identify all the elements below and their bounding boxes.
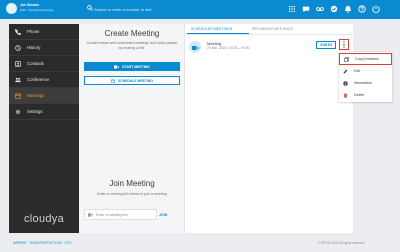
gear-icon: [15, 109, 21, 114]
info-icon: [343, 80, 348, 86]
sidebar-item-phone[interactable]: Phone: [9, 24, 79, 40]
join-meeting-description: Enter a meeting link below to join a mee…: [97, 192, 167, 196]
bell-icon[interactable]: [344, 5, 352, 13]
join-button[interactable]: JOIN: [159, 213, 167, 217]
sidebar-item-label: History: [27, 45, 41, 50]
join-meeting-button[interactable]: JOIN ES: [316, 41, 336, 49]
sidebar-item-conference[interactable]: Conference: [9, 72, 79, 88]
user-name: Joe Kimano: [20, 3, 40, 7]
meeting-time: 29 Mar, 2022 • 09:30 – 09:50: [207, 46, 250, 50]
dialpad-icon[interactable]: [288, 5, 296, 13]
meeting-context-menu: Copy Invitation Edit Information Delete: [339, 52, 392, 102]
sidebar-item-label: Settings: [27, 109, 43, 114]
pencil-icon: [343, 69, 348, 73]
meetings-panel: SCHEDULED MEETINGS RECURRING MEETINGS Me…: [185, 24, 353, 233]
start-meeting-button[interactable]: START MEETING: [84, 62, 180, 71]
search-icon: [87, 5, 93, 11]
footer-copyright: © NFON 2022 All rights reserved: [318, 241, 365, 245]
sidebar-item-contacts[interactable]: Contacts: [9, 56, 79, 72]
sidebar-item-label: Phone: [27, 29, 40, 34]
chat-icon[interactable]: [302, 5, 310, 13]
create-meeting-description: Create instant and scheduled meetings an…: [86, 41, 178, 50]
status-icon[interactable]: [330, 5, 338, 13]
conference-icon: [15, 77, 21, 82]
meetings-icon: [15, 92, 21, 99]
user-status: (604 - Desktop phone(s)): [20, 8, 54, 12]
sidebar-item-label: Conference: [27, 77, 50, 82]
sidebar-item-history[interactable]: History: [9, 40, 79, 56]
create-join-panel: Create Meeting Create instant and schedu…: [79, 24, 185, 233]
tab-recurring-meetings[interactable]: RECURRING MEETINGS: [252, 27, 293, 31]
avatar[interactable]: [6, 3, 17, 14]
trash-icon: [343, 92, 348, 98]
sidebar: Phone History Contacts Conference Meetin…: [9, 24, 79, 233]
meeting-link-field[interactable]: [84, 209, 157, 220]
menu-item-copy-invitation[interactable]: Copy Invitation: [339, 53, 392, 65]
sidebar-item-settings[interactable]: Settings: [9, 104, 79, 120]
sidebar-item-label: Meetings: [27, 93, 45, 98]
calendar-icon: [111, 79, 115, 83]
sidebar-item-meetings[interactable]: Meetings: [9, 88, 79, 104]
contacts-icon: [15, 60, 21, 67]
voicemail-icon[interactable]: [316, 5, 324, 13]
footer-links[interactable]: IMPRINT · DATA PROTECTION · GTC: [13, 241, 72, 245]
more-vertical-icon: [343, 41, 345, 48]
search-input[interactable]: [94, 5, 234, 13]
menu-item-edit[interactable]: Edit: [339, 65, 392, 77]
more-options-button[interactable]: [339, 39, 349, 50]
copy-icon: [344, 56, 349, 62]
menu-item-delete[interactable]: Delete: [339, 89, 392, 101]
video-camera-icon: [192, 46, 199, 50]
sidebar-item-label: Contacts: [27, 61, 44, 66]
join-meeting-title: Join Meeting: [109, 179, 155, 188]
help-icon[interactable]: [358, 5, 366, 13]
history-icon: [15, 44, 21, 51]
create-meeting-title: Create Meeting: [104, 29, 160, 38]
phone-icon: [15, 28, 21, 35]
logo: cloudya: [23, 213, 64, 225]
schedule-meeting-button[interactable]: SCHEDULE MEETING: [84, 76, 180, 85]
active-tab-indicator: [187, 33, 249, 34]
tab-divider: [185, 34, 353, 35]
top-bar: Joe Kimano (604 - Desktop phone(s)): [0, 0, 400, 19]
video-camera-icon: [114, 65, 120, 68]
tab-scheduled-meetings[interactable]: SCHEDULED MEETINGS: [191, 27, 232, 31]
meeting-link-input[interactable]: [96, 212, 156, 217]
menu-item-information[interactable]: Information: [339, 77, 392, 89]
logout-icon[interactable]: [372, 5, 380, 13]
link-icon: [88, 212, 93, 217]
meeting-avatar: [189, 41, 201, 53]
